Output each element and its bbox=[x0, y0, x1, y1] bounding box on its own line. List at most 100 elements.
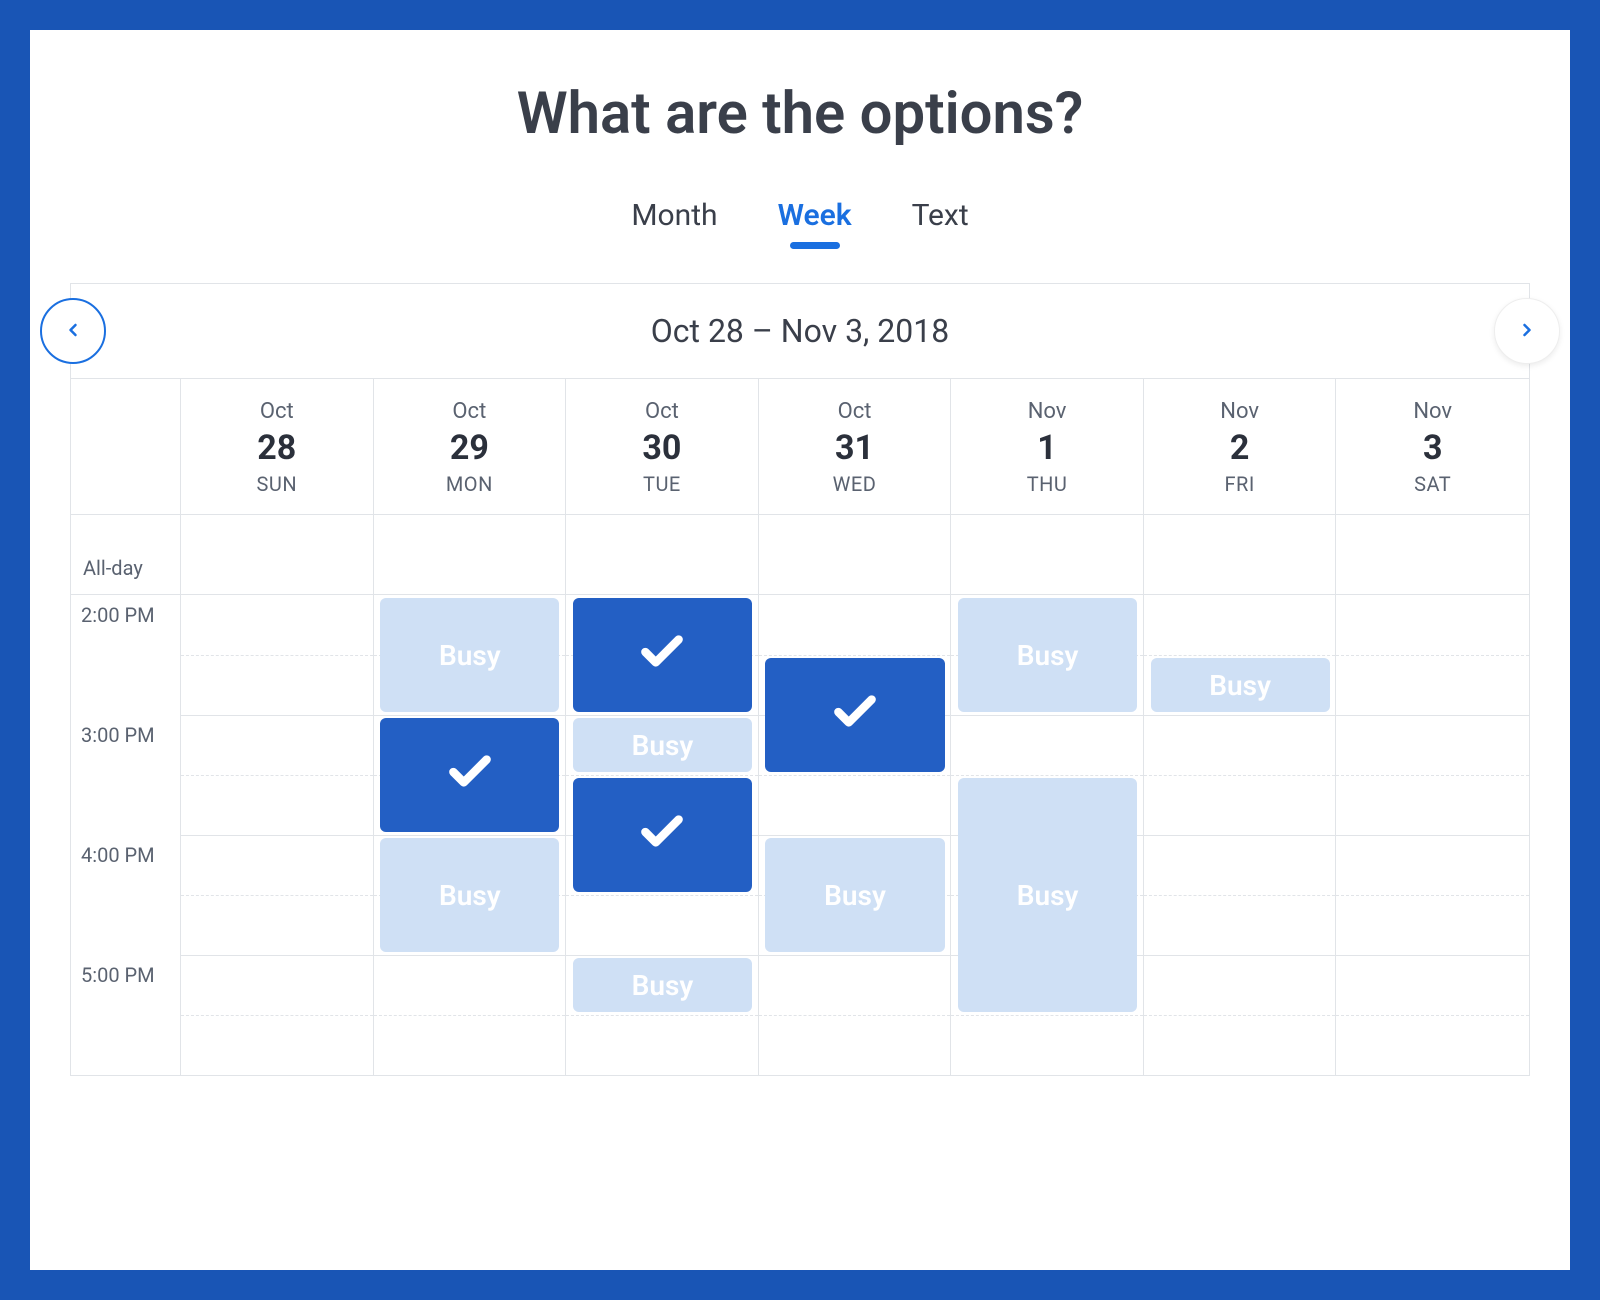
allday-row: All-day bbox=[71, 514, 1529, 594]
day-header[interactable]: Oct30TUE bbox=[566, 379, 759, 514]
time-slot[interactable] bbox=[759, 595, 952, 655]
day-month: Oct bbox=[374, 399, 566, 424]
busy-slot[interactable]: Busy bbox=[958, 598, 1137, 712]
time-slot[interactable] bbox=[759, 955, 952, 1015]
busy-slot[interactable]: Busy bbox=[765, 838, 944, 952]
day-number: 30 bbox=[566, 428, 758, 468]
busy-label: Busy bbox=[1017, 639, 1079, 672]
time-label bbox=[71, 775, 181, 835]
day-header[interactable]: Oct29MON bbox=[374, 379, 567, 514]
check-icon bbox=[637, 627, 687, 684]
selected-slot[interactable] bbox=[573, 598, 752, 712]
time-slot[interactable] bbox=[1336, 655, 1529, 715]
time-slot[interactable] bbox=[1144, 955, 1337, 1015]
time-slot[interactable] bbox=[951, 715, 1144, 775]
tab-week[interactable]: Week bbox=[778, 198, 852, 243]
check-icon bbox=[637, 807, 687, 864]
time-slot[interactable] bbox=[1336, 835, 1529, 895]
busy-label: Busy bbox=[439, 639, 501, 672]
day-month: Nov bbox=[1336, 399, 1529, 424]
time-slot[interactable] bbox=[759, 1015, 952, 1075]
allday-cell[interactable] bbox=[951, 515, 1144, 594]
busy-slot[interactable]: Busy bbox=[380, 838, 559, 952]
scheduling-panel: What are the options? Month Week Text Oc… bbox=[30, 30, 1570, 1270]
time-slot[interactable] bbox=[181, 775, 374, 835]
time-slot[interactable] bbox=[1144, 715, 1337, 775]
allday-cell[interactable] bbox=[1144, 515, 1337, 594]
page-title: What are the options? bbox=[70, 80, 1530, 148]
allday-cell[interactable] bbox=[374, 515, 567, 594]
next-week-button[interactable] bbox=[1494, 298, 1560, 364]
day-weekday: THU bbox=[951, 472, 1143, 496]
day-header-row: Oct28SUNOct29MONOct30TUEOct31WEDNov1THUN… bbox=[71, 379, 1529, 514]
selected-slot[interactable] bbox=[380, 718, 559, 832]
busy-label: Busy bbox=[632, 969, 694, 1002]
day-weekday: FRI bbox=[1144, 472, 1336, 496]
check-icon bbox=[830, 687, 880, 744]
time-slot[interactable] bbox=[181, 895, 374, 955]
day-header[interactable]: Nov 1 THU bbox=[951, 379, 1144, 514]
day-weekday: SAT bbox=[1336, 472, 1529, 496]
allday-cell[interactable] bbox=[566, 515, 759, 594]
time-slot[interactable] bbox=[181, 1015, 374, 1075]
time-slot[interactable] bbox=[566, 1015, 759, 1075]
day-weekday: SUN bbox=[181, 472, 373, 496]
day-month: Nov bbox=[951, 399, 1143, 424]
busy-slot[interactable]: Busy bbox=[958, 778, 1137, 1012]
day-number: 1 bbox=[951, 428, 1143, 468]
check-icon bbox=[445, 747, 495, 804]
day-month: Oct bbox=[181, 399, 373, 424]
time-slot[interactable] bbox=[181, 715, 374, 775]
allday-cell[interactable] bbox=[759, 515, 952, 594]
allday-cell[interactable] bbox=[181, 515, 374, 594]
day-weekday: WED bbox=[759, 472, 951, 496]
time-slot[interactable] bbox=[759, 775, 952, 835]
day-weekday: MON bbox=[374, 472, 566, 496]
selected-slot[interactable] bbox=[765, 658, 944, 772]
time-slot[interactable] bbox=[1144, 1015, 1337, 1075]
time-slot[interactable] bbox=[181, 655, 374, 715]
busy-slot[interactable]: Busy bbox=[573, 958, 752, 1012]
time-label: 3:00 PM bbox=[71, 715, 181, 775]
day-number: 31 bbox=[759, 428, 951, 468]
time-label bbox=[71, 655, 181, 715]
time-slot[interactable] bbox=[181, 595, 374, 655]
time-slot[interactable] bbox=[1336, 715, 1529, 775]
time-label bbox=[71, 1015, 181, 1075]
time-slot[interactable] bbox=[951, 1015, 1144, 1075]
time-slot[interactable] bbox=[1144, 835, 1337, 895]
day-month: Nov bbox=[1144, 399, 1336, 424]
tab-text[interactable]: Text bbox=[912, 198, 969, 243]
busy-slot[interactable]: Busy bbox=[573, 718, 752, 772]
tab-month[interactable]: Month bbox=[631, 198, 717, 243]
time-slot[interactable] bbox=[1144, 895, 1337, 955]
busy-label: Busy bbox=[632, 729, 694, 762]
selected-slot[interactable] bbox=[573, 778, 752, 892]
day-header[interactable]: Nov3SAT bbox=[1336, 379, 1529, 514]
day-header[interactable]: Oct 31 WED bbox=[759, 379, 952, 514]
time-slot[interactable] bbox=[374, 955, 567, 1015]
busy-slot[interactable]: Busy bbox=[380, 598, 559, 712]
week-calendar: Oct28SUNOct29MONOct30TUEOct31WEDNov1THUN… bbox=[70, 379, 1530, 1076]
day-month: Oct bbox=[759, 399, 951, 424]
time-slot[interactable] bbox=[181, 835, 374, 895]
time-slot[interactable] bbox=[374, 1015, 567, 1075]
busy-label: Busy bbox=[439, 879, 501, 912]
time-grid: 2:00 PM3:00 PM4:00 PM5:00 PM BusyBusyBus… bbox=[71, 594, 1529, 1075]
time-slot[interactable] bbox=[1336, 895, 1529, 955]
allday-cell[interactable] bbox=[1336, 515, 1529, 594]
time-label: 4:00 PM bbox=[71, 835, 181, 895]
time-slot[interactable] bbox=[1336, 595, 1529, 655]
time-slot[interactable] bbox=[1336, 775, 1529, 835]
prev-week-button[interactable] bbox=[40, 298, 106, 364]
time-slot[interactable] bbox=[1144, 775, 1337, 835]
day-header[interactable]: Nov2FRI bbox=[1144, 379, 1337, 514]
time-slot[interactable] bbox=[181, 955, 374, 1015]
date-range-label: Oct 28 – Nov 3, 2018 bbox=[70, 283, 1530, 379]
time-slot[interactable] bbox=[1336, 955, 1529, 1015]
day-header[interactable]: Oct28SUN bbox=[181, 379, 374, 514]
busy-slot[interactable]: Busy bbox=[1151, 658, 1330, 712]
time-slot[interactable] bbox=[1144, 595, 1337, 655]
time-slot[interactable] bbox=[1336, 1015, 1529, 1075]
time-slot[interactable] bbox=[566, 895, 759, 955]
